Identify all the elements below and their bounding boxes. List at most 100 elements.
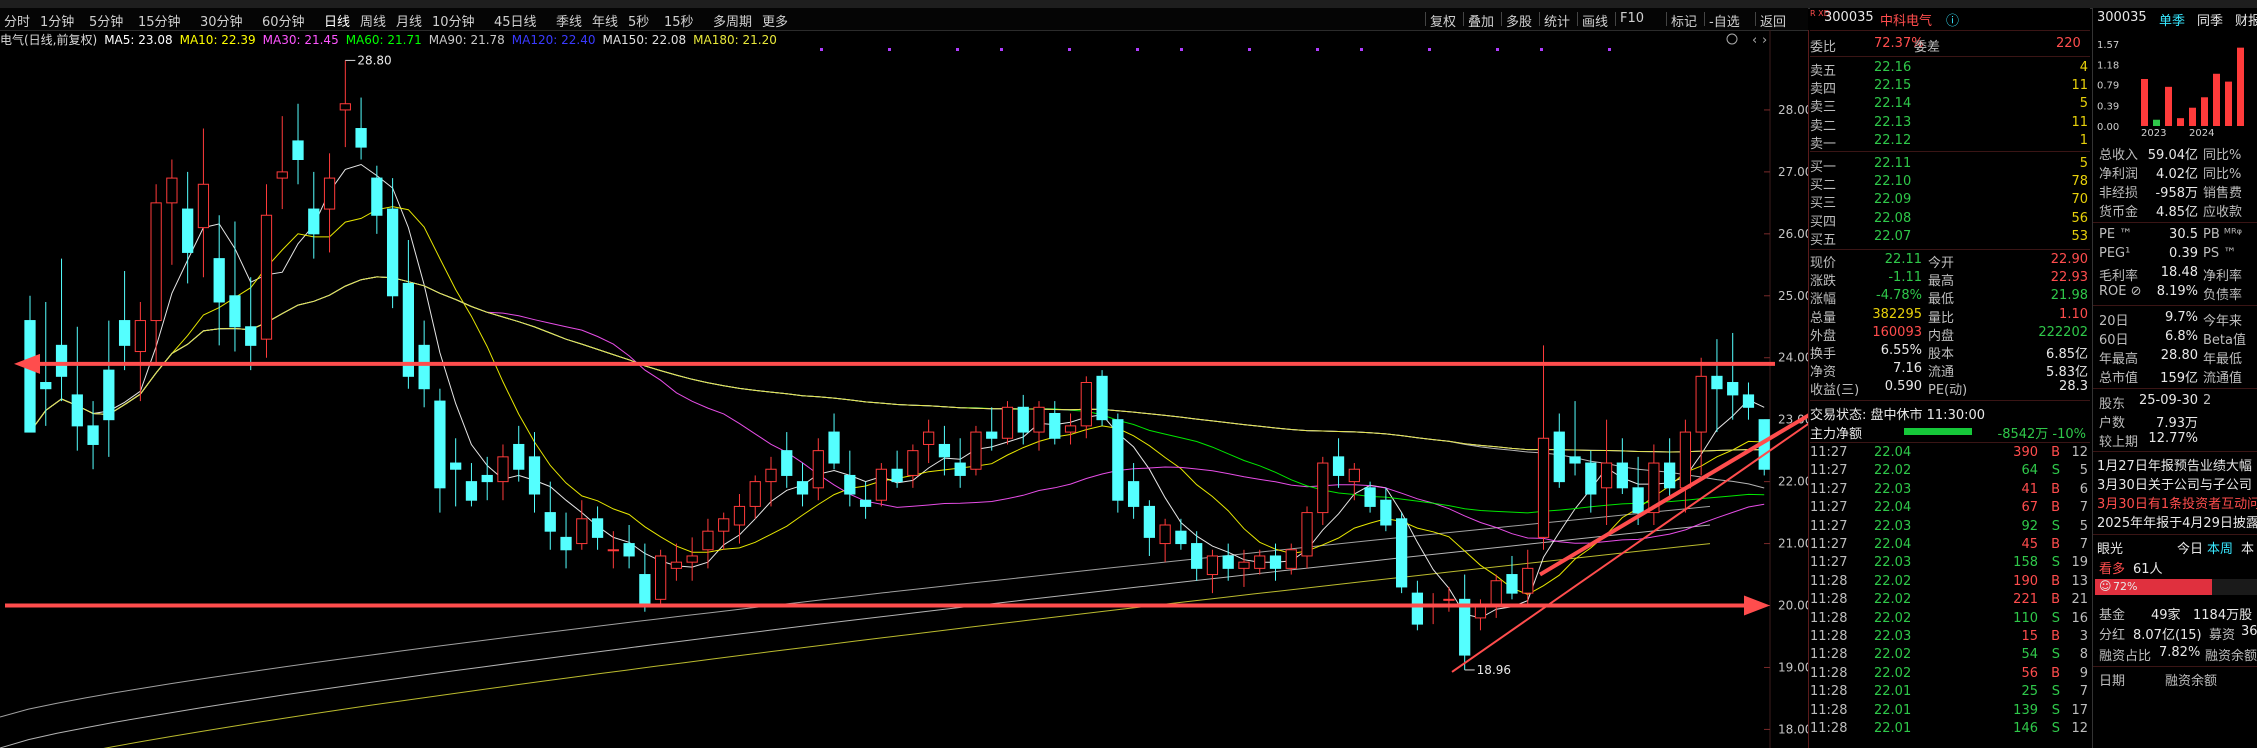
news-item[interactable]: 3月30日关于公司与子公司: [2097, 474, 2252, 493]
toolbar-btn-0[interactable]: 复权: [1430, 11, 1456, 30]
toolbar-btn-6[interactable]: 标记: [1671, 11, 1697, 30]
candle: [576, 500, 588, 550]
divider: [2093, 305, 2257, 306]
finance-row-value: -958万: [2155, 186, 2198, 201]
candle: [702, 518, 714, 569]
candle-body: [828, 431, 840, 464]
sentiment-tab-month[interactable]: 本: [2241, 538, 2254, 557]
tick-side: B: [2051, 592, 2060, 608]
tick-volume: 139: [2013, 702, 2038, 718]
toolbar-btn-3[interactable]: 统计: [1544, 11, 1570, 30]
signal-dot: [956, 48, 959, 51]
stat-value-2: 1.10: [2059, 306, 2088, 322]
rzzb-value: 7.82%: [2159, 645, 2201, 660]
tick-volume: 64: [2021, 463, 2038, 479]
period-tab-0[interactable]: 分时: [4, 11, 30, 30]
tick-side: B: [2051, 481, 2060, 497]
candle: [1695, 357, 1707, 476]
holder-row-value: 7.93万: [2156, 416, 2198, 431]
period-tab-2[interactable]: 5分钟: [89, 11, 123, 30]
candle: [1332, 438, 1345, 488]
tick-count: 3: [2079, 629, 2088, 644]
chart-collapse-icon: ›: [1762, 33, 1767, 48]
valuation-row-value: 30.5: [2169, 227, 2198, 242]
period-tab-14[interactable]: 15秒: [664, 11, 694, 30]
news-item[interactable]: 2025年年报于4月29日披露: [2097, 512, 2257, 531]
candle-body: [702, 530, 714, 551]
candle: [1269, 543, 1282, 581]
candle-body: [1206, 555, 1219, 576]
candle-body: [1017, 406, 1029, 433]
kline-chart[interactable]: 28.0027.0026.0025.0024.0023.0022.0021.00…: [0, 30, 1808, 748]
candle: [276, 116, 288, 210]
toolbar-btn-5[interactable]: F10: [1620, 11, 1644, 26]
sentiment-tab-today[interactable]: 今日: [2177, 538, 2203, 557]
tab-same-quarter[interactable]: 同季: [2197, 10, 2223, 29]
period-tab-1[interactable]: 1分钟: [40, 11, 74, 30]
candle: [954, 438, 966, 488]
tab-single-quarter[interactable]: 单季: [2159, 10, 2185, 29]
divider: [1810, 442, 2090, 443]
finance-row-right: 同比%: [2203, 167, 2242, 182]
tick-count: 19: [2071, 555, 2088, 571]
news-item[interactable]: 1月27日年报预告业绩大幅: [2097, 455, 2252, 474]
period-tab-15[interactable]: 多周期: [713, 11, 752, 30]
period-tab-6[interactable]: 日线: [324, 11, 350, 30]
performance-row-label: 总市值: [2099, 371, 2139, 386]
sentiment-tab-week[interactable]: 本周: [2207, 538, 2233, 557]
period-tab-4[interactable]: 30分钟: [200, 11, 243, 30]
period-tab-12[interactable]: 年线: [592, 11, 618, 30]
holder-row: 户数 7.93万: [2093, 412, 2257, 431]
price-tick-label: 22.00: [1778, 475, 1808, 489]
period-tab-9[interactable]: 10分钟: [432, 11, 475, 30]
candle-body: [1395, 518, 1408, 588]
candle-body: [1600, 462, 1613, 489]
candle: [103, 320, 115, 457]
ma-line-10: [29, 206, 1765, 595]
stat-label-2: 最高: [1928, 274, 1955, 290]
stat-label-2: 今开: [1928, 256, 1955, 271]
mini-bar: [2237, 47, 2244, 126]
candle-body: [513, 443, 525, 470]
candle-body: [1191, 543, 1203, 569]
candle-body: [1711, 375, 1723, 390]
tab-report[interactable]: 财报: [2235, 10, 2257, 29]
period-tab-8[interactable]: 月线: [396, 11, 422, 30]
news-item[interactable]: 3月30日有1条投资者互动问: [2097, 493, 2257, 512]
toolbar-btn-1[interactable]: 叠加: [1468, 11, 1494, 30]
sentiment-header: 眼光 今日 本周本: [2093, 538, 2257, 557]
period-tab-5[interactable]: 60分钟: [262, 11, 305, 30]
candle: [607, 531, 619, 569]
candle-body: [670, 561, 683, 569]
candle: [450, 438, 462, 507]
tick-time: 11:27: [1810, 445, 1848, 460]
candle: [986, 407, 998, 451]
bid-price: 22.10: [1874, 174, 1912, 190]
candle: [796, 463, 809, 507]
period-tab-11[interactable]: 季线: [556, 11, 582, 30]
divider: [2093, 451, 2257, 452]
period-tab-16[interactable]: 更多: [762, 11, 788, 30]
candle-body: [796, 481, 809, 495]
tick-volume: 56: [2021, 665, 2038, 681]
tick-price: 22.04: [1874, 537, 1912, 552]
bid-label: 买一: [1810, 160, 1837, 175]
tick-count: 8: [2079, 647, 2088, 663]
stat-label-2: 最低: [1928, 292, 1955, 308]
period-tab-10[interactable]: 45日线: [494, 11, 537, 30]
period-tab-3[interactable]: 15分钟: [138, 11, 181, 30]
tick-volume: 67: [2021, 500, 2038, 516]
candle: [623, 524, 635, 569]
period-tab-13[interactable]: 5秒: [628, 11, 649, 30]
toolbar-btn-8[interactable]: 返回: [1760, 11, 1786, 30]
toolbar-btn-4[interactable]: 画线: [1582, 11, 1608, 30]
finance-row: 净利润 4.02亿 同比%: [2093, 163, 2257, 182]
stat-value-2: 28.3: [2059, 379, 2088, 395]
toolbar-btn-7[interactable]: -自选: [1709, 11, 1740, 30]
candle: [513, 425, 525, 482]
toolbar-btn-2[interactable]: 多股: [1506, 11, 1532, 30]
finance-row-label: 净利润: [2099, 167, 2139, 182]
candle: [434, 388, 446, 513]
bull-count: 61人: [2133, 562, 2163, 577]
period-tab-7[interactable]: 周线: [360, 11, 386, 30]
